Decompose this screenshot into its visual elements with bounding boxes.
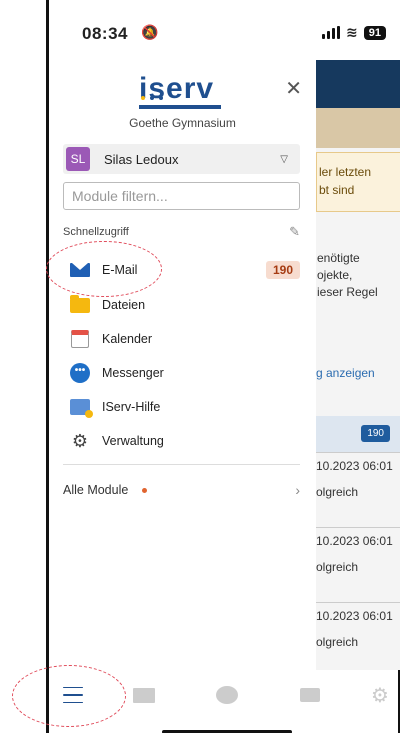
background-text-line: enötigte	[317, 251, 360, 265]
background-text: enötigte ojekte, ieser Regel	[316, 250, 400, 301]
notification-dot	[142, 487, 148, 493]
background-link[interactable]: g anzeigen	[316, 366, 375, 380]
row-date: 10.2023 06:01	[316, 459, 393, 473]
module-filter-input[interactable]	[63, 182, 300, 210]
folder-icon	[69, 294, 91, 316]
menu-item-calendar[interactable]: Kalender	[63, 322, 300, 356]
row-subject: olgreich	[316, 560, 359, 574]
quick-access-section: Schnellzugriff ✎	[63, 224, 300, 240]
menu-item-label: Kalender	[102, 332, 153, 346]
folder-icon	[300, 688, 320, 702]
messenger-icon: •••	[69, 362, 91, 384]
help-icon	[69, 396, 93, 418]
all-modules-label: Alle Module	[63, 483, 129, 497]
background-list-row[interactable]: 10.2023 06:01 olgreich	[316, 452, 400, 527]
background-alert-line: ler letzten	[319, 165, 372, 179]
iserv-logo: iserv	[139, 74, 223, 109]
background-header	[316, 60, 400, 108]
menu-item-label: Dateien	[102, 298, 146, 312]
unread-count-badge: 190	[265, 261, 300, 279]
avatar: SL	[66, 147, 90, 171]
menu-tab[interactable]	[60, 684, 86, 706]
background-text-line: ieser Regel	[317, 285, 378, 299]
silent-bell-icon: 🔕	[141, 24, 159, 40]
mail-tab[interactable]	[131, 684, 157, 706]
background-text-line: ojekte,	[317, 268, 353, 282]
menu-icon-line	[63, 701, 83, 703]
menu-item-administration[interactable]: ⚙ Verwaltung	[63, 424, 300, 458]
bottom-tab-bar: ⚙	[49, 670, 398, 733]
menu-item-label: Verwaltung	[102, 434, 164, 448]
background-count-badge: 190	[361, 425, 390, 442]
user-selector[interactable]: SL Silas Ledoux ▽	[63, 144, 300, 174]
background-list-row[interactable]: 10.2023 06:01 olgreich	[316, 527, 400, 602]
background-app: ler letzten bt sind enötigte ojekte, ies…	[316, 60, 400, 670]
background-alert-line: bt sind	[319, 183, 355, 197]
chevron-down-icon: ▽	[280, 153, 288, 165]
gear-icon: ⚙	[71, 431, 89, 451]
wifi-icon: ≋	[346, 24, 358, 40]
row-subject: olgreich	[316, 485, 359, 499]
section-title: Schnellzugriff	[63, 226, 129, 238]
chat-icon	[216, 686, 238, 704]
chevron-right-icon: ›	[295, 482, 300, 498]
navigation-drawer: iserv ✕ Goethe Gymnasium SL Silas Ledoux…	[49, 60, 316, 670]
mail-icon	[133, 687, 155, 703]
status-bar: 08:34 🔕 ≋ 91	[49, 0, 400, 60]
mail-icon	[69, 259, 91, 281]
background-list-row[interactable]: 10.2023 06:01 olgreich	[316, 602, 400, 670]
menu-item-label: Messenger	[102, 366, 164, 380]
school-name: Goethe Gymnasium	[129, 116, 236, 130]
background-band	[316, 108, 400, 148]
background-alert: ler letzten bt sind	[316, 152, 400, 212]
divider	[63, 464, 300, 465]
calendar-icon	[69, 328, 91, 350]
signal-icon	[322, 26, 341, 39]
menu-icon-line	[63, 687, 83, 689]
menu-item-files[interactable]: Dateien	[63, 288, 300, 322]
menu-item-label: E-Mail	[102, 263, 138, 277]
background-list-header: 190	[316, 416, 400, 452]
user-name: Silas Ledoux	[104, 151, 179, 167]
row-date: 10.2023 06:01	[316, 609, 393, 623]
menu-item-messenger[interactable]: ••• Messenger	[63, 356, 300, 390]
edit-icon[interactable]: ✎	[289, 224, 300, 240]
settings-tab[interactable]: ⚙	[367, 684, 393, 707]
menu-item-email[interactable]: E-Mail 190	[63, 253, 300, 287]
menu-icon-line	[63, 694, 83, 696]
gear-icon: ⚙	[371, 684, 389, 707]
menu-item-help[interactable]: IServ-Hilfe	[63, 390, 300, 424]
all-modules-link[interactable]: Alle Module ›	[63, 478, 300, 502]
menu-item-label: IServ-Hilfe	[102, 400, 161, 414]
row-subject: olgreich	[316, 635, 359, 649]
row-date: 10.2023 06:01	[316, 534, 393, 548]
messenger-tab[interactable]	[214, 684, 240, 706]
status-indicators: ≋ 91	[322, 24, 386, 41]
battery-indicator: 91	[363, 25, 386, 40]
logo-underline	[139, 105, 221, 109]
logo-dots	[141, 96, 163, 100]
status-time: 08:34	[82, 24, 128, 43]
close-icon[interactable]: ✕	[285, 76, 302, 101]
files-tab[interactable]	[297, 684, 323, 706]
